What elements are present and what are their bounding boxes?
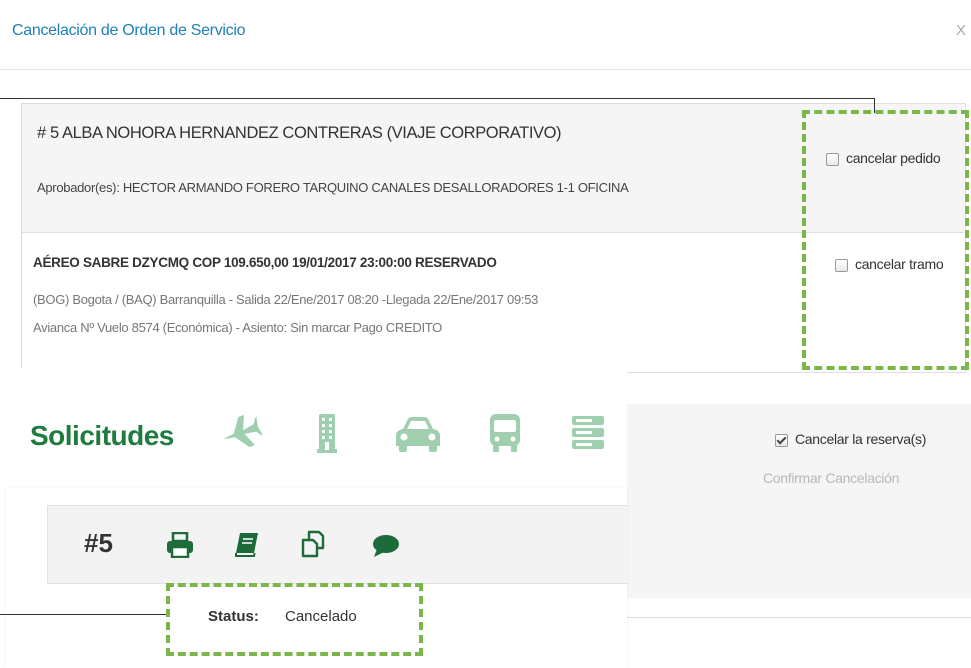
confirm-cancel-button[interactable]: Confirmar Cancelación	[763, 470, 899, 486]
segment-title: AÉREO SABRE DZYCMQ COP 109.650,00 19/01/…	[33, 255, 497, 270]
status-highlight-frame	[166, 583, 423, 656]
checkbox-box[interactable]	[775, 433, 788, 447]
checkbox-highlight-frame	[802, 110, 969, 370]
building-icon[interactable]	[316, 412, 338, 454]
header-divider	[0, 69, 971, 70]
server-icon[interactable]	[570, 414, 606, 450]
book-icon[interactable]	[234, 531, 260, 557]
cancel-reservation-label: Cancelar la reserva(s)	[795, 431, 927, 447]
approvers-text: Aprobador(es): HECTOR ARMANDO FORERO TAR…	[37, 180, 629, 195]
requests-title: Solicitudes	[30, 420, 174, 451]
connector-line-bottom	[0, 614, 166, 615]
modal-title: Cancelación de Orden de Servicio	[12, 22, 246, 39]
car-icon[interactable]	[393, 415, 443, 453]
cancel-reservation-checkbox[interactable]: Cancelar la reserva(s)	[775, 431, 926, 447]
divider-line	[627, 617, 971, 618]
bus-icon[interactable]	[488, 412, 522, 454]
connector-line-top-drop	[874, 98, 875, 113]
segment-route: (BOG) Bogota / (BAQ) Barranquilla - Sali…	[33, 292, 539, 307]
copy-icon[interactable]	[300, 530, 326, 558]
plane-icon[interactable]	[220, 415, 262, 451]
passenger-name: # 5 ALBA NOHORA HERNANDEZ CONTRERAS (VIA…	[37, 124, 562, 142]
comment-icon[interactable]	[372, 534, 400, 558]
segment-flight: Avianca Nº Vuelo 8574 (Económica) - Asie…	[33, 320, 442, 335]
order-toolbar	[47, 505, 628, 584]
close-button[interactable]: X	[956, 22, 966, 39]
order-number: #5	[84, 528, 113, 558]
connector-line-top	[0, 98, 875, 99]
print-icon[interactable]	[166, 532, 194, 558]
